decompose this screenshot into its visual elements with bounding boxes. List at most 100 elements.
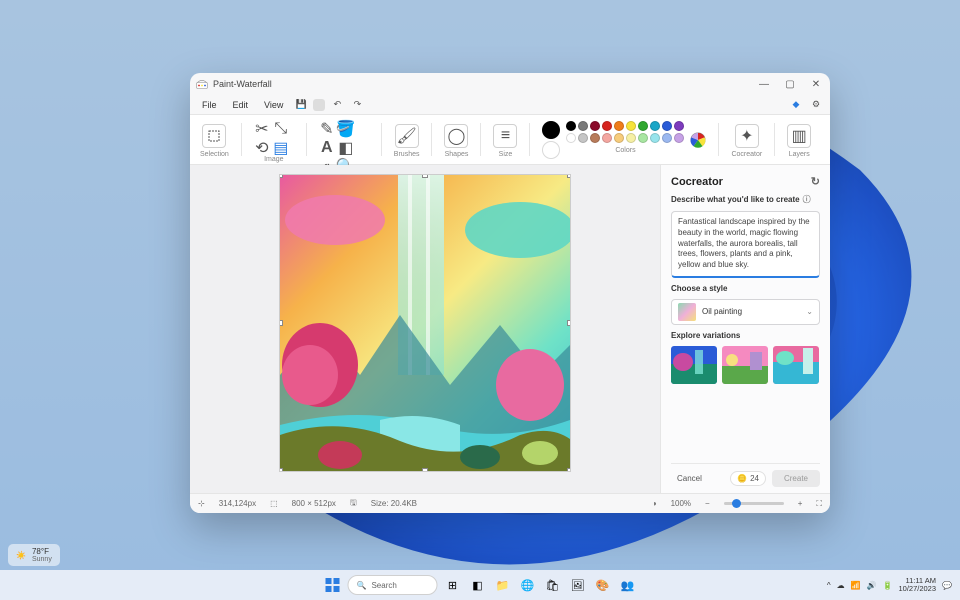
variation-2[interactable]	[722, 346, 768, 384]
color-swatch[interactable]	[674, 133, 684, 143]
style-label: Choose a style	[671, 284, 820, 293]
ribbon-colors: Colors	[538, 119, 710, 160]
notifications-icon[interactable]: 💬	[942, 581, 952, 590]
onedrive-icon[interactable]: ☁	[837, 581, 845, 590]
status-dims: 800 × 512px	[292, 499, 336, 508]
paint-taskbar-icon[interactable]: 🎨	[593, 575, 613, 595]
pencil-icon[interactable]: ✎	[319, 121, 335, 137]
color-swatch[interactable]	[578, 133, 588, 143]
teams-icon[interactable]: 👥	[618, 575, 638, 595]
color-swatch[interactable]	[638, 133, 648, 143]
secondary-color[interactable]	[542, 141, 560, 159]
crop-icon[interactable]: ✂	[254, 121, 270, 137]
paint-window: Paint - Waterfall — ▢ ✕ File Edit View 💾…	[190, 73, 830, 513]
color-swatch[interactable]	[674, 121, 684, 131]
window-maximize-button[interactable]: ▢	[782, 79, 798, 90]
color-swatch[interactable]	[638, 121, 648, 131]
save-icon[interactable]: 💾	[293, 97, 309, 113]
color-swatch[interactable]	[626, 133, 636, 143]
copilot-icon[interactable]: ◆	[788, 97, 804, 113]
title-doc: Waterfall	[237, 79, 272, 89]
edge-icon[interactable]: 🌐	[518, 575, 538, 595]
brush-tool[interactable]: 🖌	[395, 124, 419, 148]
color-swatch[interactable]	[566, 121, 576, 131]
shapes-tool[interactable]: ◯	[444, 124, 468, 148]
ribbon-shapes: ◯ Shapes	[440, 119, 472, 160]
layers-small-icon[interactable]: ▤	[273, 140, 289, 156]
primary-color[interactable]	[542, 121, 560, 139]
size-tool[interactable]: ≡	[493, 124, 517, 148]
prompt-input[interactable]: Fantastical landscape inspired by the be…	[671, 211, 820, 278]
wifi-icon[interactable]: 📶	[851, 581, 861, 590]
canvas-area[interactable]	[190, 165, 660, 493]
prompt-label: Describe what you'd like to create ⓘ	[671, 194, 820, 205]
menu-file[interactable]: File	[196, 98, 223, 112]
color-swatch[interactable]	[650, 133, 660, 143]
titlebar[interactable]: Paint - Waterfall — ▢ ✕	[190, 73, 830, 95]
window-minimize-button[interactable]: —	[756, 79, 772, 90]
color-swatch[interactable]	[614, 133, 624, 143]
weather-cond: Sunny	[32, 556, 52, 563]
store-icon[interactable]: 🛍	[543, 575, 563, 595]
task-view-icon[interactable]: ⊞	[443, 575, 463, 595]
color-swatch[interactable]	[650, 121, 660, 131]
title-app: Paint	[213, 79, 234, 89]
layers-icon[interactable]: ▥	[787, 124, 811, 148]
status-zoom: 100%	[671, 499, 691, 508]
fit-icon[interactable]: ⛶	[816, 499, 822, 509]
menu-view[interactable]: View	[258, 98, 289, 112]
credits-pill[interactable]: 🪙 24	[730, 471, 766, 486]
color-swatch[interactable]	[602, 133, 612, 143]
resize-icon[interactable]: ⤡	[273, 121, 289, 137]
ribbon-brushes: 🖌 Brushes	[390, 119, 424, 160]
window-close-button[interactable]: ✕	[808, 79, 824, 90]
settings-icon[interactable]: ⚙	[808, 97, 824, 113]
color-swatch[interactable]	[662, 121, 672, 131]
menu-edit[interactable]: Edit	[227, 98, 255, 112]
text-icon[interactable]: A	[319, 140, 335, 156]
widgets-icon[interactable]: ◧	[468, 575, 488, 595]
taskbar-search[interactable]: 🔍 Search	[348, 575, 438, 595]
fill-icon[interactable]: 🪣	[338, 121, 354, 137]
ribbon-selection: Selection	[196, 119, 233, 160]
variation-3[interactable]	[773, 346, 819, 384]
color-swatch[interactable]	[590, 133, 600, 143]
cursor-pos-icon: ⊹	[198, 499, 205, 508]
color-swatch[interactable]	[590, 121, 600, 131]
explorer-icon[interactable]: 📁	[493, 575, 513, 595]
color-swatch[interactable]	[566, 133, 576, 143]
weather-widget[interactable]: ☀️ 78°F Sunny	[8, 544, 60, 566]
cocreator-icon[interactable]: ✦	[735, 124, 759, 148]
volume-icon[interactable]: 🔊	[867, 581, 877, 590]
info-icon[interactable]: ⓘ	[803, 194, 811, 205]
tray-chevron-icon[interactable]: ^	[827, 581, 831, 590]
eraser-icon[interactable]: ◧	[338, 140, 354, 156]
rotate-icon[interactable]: ⟲	[254, 140, 270, 156]
ribbon-size: ≡ Size	[489, 119, 521, 160]
color-swatch[interactable]	[662, 133, 672, 143]
ribbon-cocreator[interactable]: ✦ Cocreator	[727, 119, 766, 160]
zoom-in-icon[interactable]: +	[798, 499, 803, 508]
taskbar-clock[interactable]: 11:11 AM 10/27/2023	[898, 577, 936, 593]
statusbar: ⊹ 314,124px ⬚ 800 × 512px 🖫 Size: 20.4KB…	[190, 493, 830, 513]
color-wheel-icon[interactable]	[690, 132, 706, 148]
variation-1[interactable]	[671, 346, 717, 384]
color-swatch[interactable]	[578, 121, 588, 131]
canvas[interactable]	[280, 175, 570, 471]
photos-icon[interactable]: 🖼	[568, 575, 588, 595]
zoom-out-icon[interactable]: −	[705, 499, 710, 508]
history-icon[interactable]: ↻	[811, 175, 820, 188]
cancel-button[interactable]: Cancel	[671, 470, 708, 487]
zoom-slider[interactable]	[724, 502, 784, 505]
style-select[interactable]: Oil painting ⌄	[671, 299, 820, 325]
start-button[interactable]	[323, 575, 343, 595]
ribbon-layers[interactable]: ▥ Layers	[783, 119, 815, 160]
redo-icon[interactable]: ↷	[349, 97, 365, 113]
color-swatch[interactable]	[602, 121, 612, 131]
select-tool[interactable]	[202, 124, 226, 148]
undo-icon[interactable]: ↶	[329, 97, 345, 113]
color-swatch[interactable]	[626, 121, 636, 131]
create-button[interactable]: Create	[772, 470, 820, 487]
color-swatch[interactable]	[614, 121, 624, 131]
battery-icon[interactable]: 🔋	[883, 581, 893, 590]
